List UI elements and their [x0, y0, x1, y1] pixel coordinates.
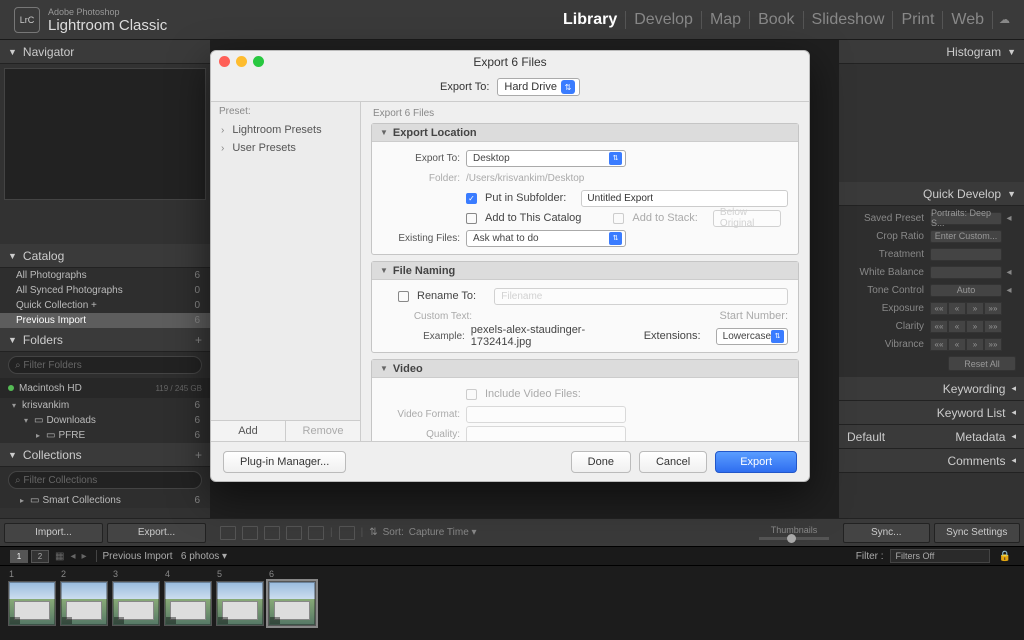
- video-format-label: Video Format:: [382, 409, 460, 420]
- export-to-label: Export To:: [440, 81, 489, 93]
- chevron-updown-icon: ⇅: [771, 330, 784, 343]
- rename-template-select: Filename: [494, 288, 788, 305]
- stack-position-select: Below Original: [713, 210, 781, 227]
- chevron-updown-icon: ⇅: [609, 232, 622, 245]
- add-catalog-label: Add to This Catalog: [485, 212, 581, 224]
- rename-checkbox[interactable]: [398, 291, 409, 302]
- subfolder-input[interactable]: [581, 190, 788, 207]
- video-format-select: [466, 406, 626, 423]
- close-icon[interactable]: [219, 56, 230, 67]
- loc-folder-label: Folder:: [382, 173, 460, 184]
- preset-header: Preset:: [211, 102, 360, 121]
- minimize-icon[interactable]: [236, 56, 247, 67]
- custom-text-label: Custom Text:: [382, 311, 472, 322]
- done-button[interactable]: Done: [571, 451, 631, 473]
- add-stack-checkbox: [613, 213, 624, 224]
- include-video-label: Include Video Files:: [485, 388, 581, 400]
- add-stack-label: Add to Stack:: [632, 212, 697, 224]
- chevron-updown-icon: ⇅: [609, 152, 622, 165]
- export-to-select[interactable]: Hard Drive⇅: [497, 78, 580, 96]
- extensions-select[interactable]: Lowercase⇅: [716, 328, 788, 345]
- preset-lightroom[interactable]: Lightroom Presets: [211, 121, 360, 139]
- preset-add-button[interactable]: Add: [211, 421, 286, 441]
- extensions-label: Extensions:: [644, 330, 701, 342]
- subfolder-label: Put in Subfolder:: [485, 192, 566, 204]
- loc-export-to-select[interactable]: Desktop⇅: [466, 150, 626, 167]
- cancel-button[interactable]: Cancel: [639, 451, 707, 473]
- start-number-label: Start Number:: [720, 310, 788, 322]
- sections-subtitle: Export 6 Files: [373, 108, 799, 119]
- include-video-checkbox: [466, 389, 477, 400]
- zoom-icon[interactable]: [253, 56, 264, 67]
- plugin-manager-button[interactable]: Plug-in Manager...: [223, 451, 346, 473]
- example-label: Example:: [382, 331, 465, 342]
- chevron-updown-icon: ⇅: [561, 80, 575, 94]
- preset-user[interactable]: User Presets: [211, 139, 360, 157]
- video-section-header[interactable]: ▼Video: [372, 360, 798, 378]
- naming-section-header[interactable]: ▼File Naming: [372, 262, 798, 280]
- video-quality-label: Quality:: [382, 429, 460, 440]
- existing-files-label: Existing Files:: [382, 233, 460, 244]
- preset-remove-button[interactable]: Remove: [286, 421, 360, 441]
- existing-files-select[interactable]: Ask what to do⇅: [466, 230, 626, 247]
- location-section-header[interactable]: ▼Export Location: [372, 124, 798, 142]
- loc-folder-path: /Users/krisvankim/Desktop: [466, 173, 584, 184]
- subfolder-checkbox[interactable]: ✓: [466, 193, 477, 204]
- example-value: pexels-alex-staudinger-1732414.jpg: [471, 324, 632, 348]
- loc-export-to-label: Export To:: [382, 153, 460, 164]
- dialog-title: Export 6 Files: [473, 55, 546, 69]
- add-catalog-checkbox[interactable]: [466, 213, 477, 224]
- export-confirm-button[interactable]: Export: [715, 451, 797, 473]
- rename-label: Rename To:: [417, 290, 476, 302]
- export-dialog: Export 6 Files Export To: Hard Drive⇅ Pr…: [210, 50, 810, 482]
- video-quality-select: [466, 426, 626, 442]
